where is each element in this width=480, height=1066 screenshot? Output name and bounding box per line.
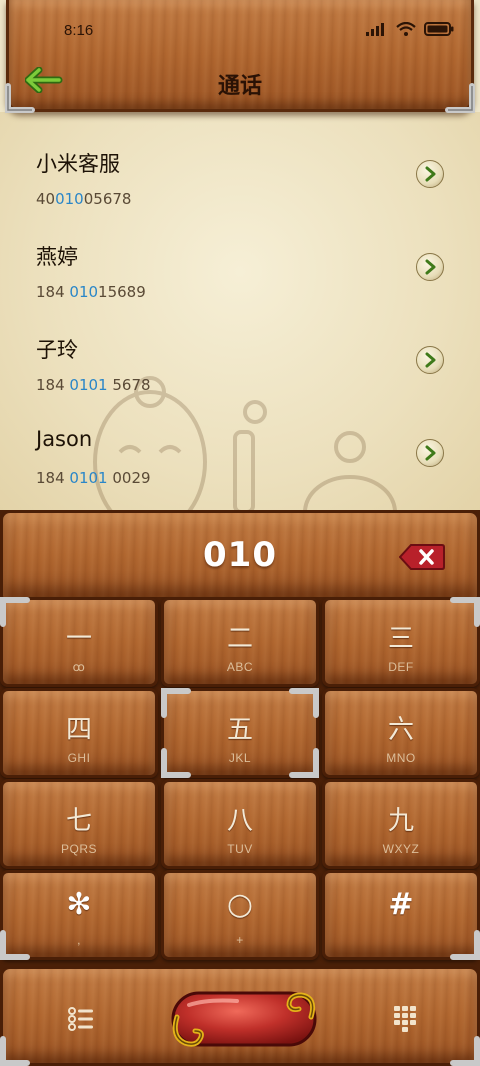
delete-button[interactable] (398, 543, 445, 571)
number-match-highlight: 0101 (69, 469, 108, 487)
contact-name: 子玲 (36, 338, 78, 362)
page-title: 通话 (217, 74, 262, 99)
key-digit: 二 (226, 624, 253, 654)
contact-number: 4001005678 (36, 190, 132, 208)
key-5[interactable]: 五 JKL (161, 688, 319, 778)
contact-detail-button[interactable] (416, 346, 444, 374)
metal-bracket-icon (289, 688, 319, 718)
contact-number: 184 01015689 (36, 283, 146, 301)
key-digit: ○ (226, 887, 254, 922)
contact-number: 184 0101 0029 (36, 469, 151, 487)
key-0[interactable]: ○ + (161, 870, 319, 960)
action-bar (0, 966, 480, 1066)
number-match-highlight: 010 (55, 190, 84, 208)
key-letters: PQRS (60, 842, 97, 856)
metal-bracket-icon (161, 748, 191, 778)
menu-button[interactable] (65, 1003, 97, 1035)
contact-detail-button[interactable] (416, 253, 444, 281)
contact-detail-button[interactable] (416, 439, 444, 467)
contact-item[interactable]: Jason 184 0101 0029 (0, 405, 480, 497)
call-icon (171, 991, 317, 1047)
key-star[interactable]: ✻ , (0, 870, 158, 960)
contact-name: 小米客服 (36, 152, 120, 176)
key-9[interactable]: 九 WXYZ (322, 779, 480, 869)
chevron-right-icon (425, 445, 436, 461)
keypad-icon (394, 1006, 416, 1032)
metal-bracket-icon (0, 1036, 30, 1066)
key-digit: 七 (65, 806, 92, 836)
key-letters: ABC (226, 660, 254, 674)
key-letters: WXYZ (382, 842, 420, 856)
key-8[interactable]: 八 TUV (161, 779, 319, 869)
key-letters: TUV (227, 842, 253, 856)
metal-bracket-icon (450, 597, 480, 627)
metal-bracket-icon (450, 1036, 480, 1066)
key-letters: + (236, 933, 244, 947)
status-time: 8:16 (64, 22, 94, 39)
contact-detail-button[interactable] (416, 160, 444, 188)
key-digit: # (388, 887, 414, 922)
wifi-icon (396, 22, 416, 36)
key-3[interactable]: 三 DEF (322, 597, 480, 687)
contact-number: 184 0101 5678 (36, 376, 151, 394)
chevron-right-icon (425, 259, 436, 275)
key-1[interactable]: 一 ꝏ (0, 597, 158, 687)
key-digit: ✻ (66, 887, 92, 922)
key-letters: MNO (386, 751, 416, 765)
contact-item[interactable]: 小米客服 4001005678 (0, 126, 480, 218)
key-6[interactable]: 六 MNO (322, 688, 480, 778)
key-digit: 九 (387, 806, 414, 836)
chevron-right-icon (425, 166, 436, 182)
contact-item[interactable]: 子玲 184 0101 5678 (0, 312, 480, 404)
key-7[interactable]: 七 PQRS (0, 779, 158, 869)
metal-bracket-icon (289, 748, 319, 778)
number-display: 010 (0, 510, 480, 600)
metal-bracket-icon (0, 597, 30, 627)
key-letters: DEF (388, 660, 414, 674)
key-letters: ꝏ (72, 660, 86, 674)
number-match-highlight: 010 (69, 283, 99, 301)
number-match-highlight: 0101 (69, 376, 108, 394)
search-results-list: 小米客服 4001005678 燕婷 184 01015689 子玲 184 0… (0, 112, 480, 512)
metal-bracket-icon (450, 930, 480, 960)
list-icon (68, 1007, 93, 1031)
contact-item[interactable]: 燕婷 184 01015689 (0, 219, 480, 311)
dialpad: 010 一 ꝏ 二 ABC 三 DEF 四 GHI 五 JKL 六 MNO 七 … (0, 510, 480, 1066)
key-2[interactable]: 二 ABC (161, 597, 319, 687)
status-icons (366, 22, 454, 36)
signal-icon (366, 23, 384, 36)
key-letters: GHI (67, 751, 91, 765)
chevron-right-icon (425, 352, 436, 368)
call-button[interactable] (167, 987, 321, 1051)
key-digit: 八 (226, 806, 253, 836)
key-digit: 六 (387, 715, 414, 745)
contact-name: 燕婷 (36, 245, 78, 269)
battery-icon (424, 22, 454, 36)
keypad-toggle-button[interactable] (391, 1003, 419, 1035)
backspace-icon (398, 544, 445, 570)
metal-bracket-icon (161, 688, 191, 718)
status-bar: 8:16 (0, 0, 480, 60)
key-hash[interactable]: # (322, 870, 480, 960)
metal-bracket-icon (0, 930, 30, 960)
key-4[interactable]: 四 GHI (0, 688, 158, 778)
contact-name: Jason (36, 427, 93, 451)
key-digit: 四 (65, 715, 92, 745)
